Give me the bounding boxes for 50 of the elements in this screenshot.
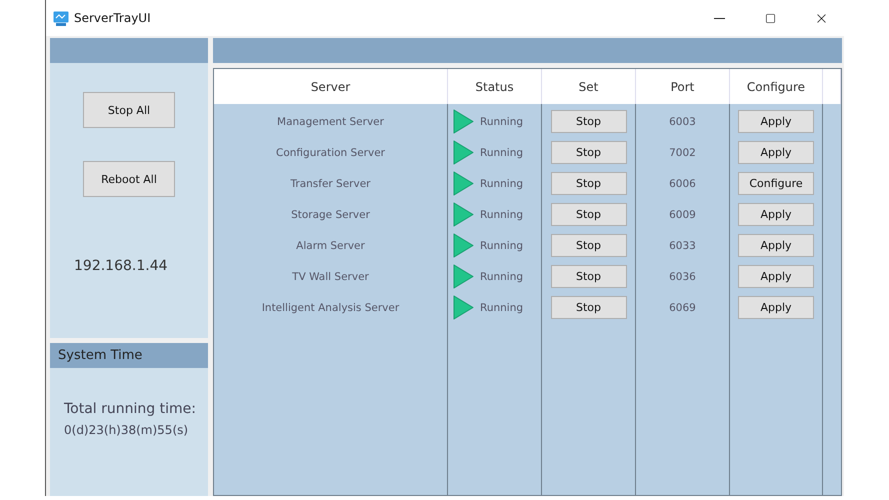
stop-button[interactable]: Stop bbox=[550, 172, 626, 195]
configure-button[interactable]: Apply bbox=[738, 296, 814, 319]
configure-button[interactable]: Configure bbox=[738, 172, 814, 195]
status-text: Running bbox=[480, 116, 524, 128]
server-name: Storage Server bbox=[291, 208, 370, 220]
server-name: Transfer Server bbox=[290, 178, 370, 190]
server-control-button[interactable]: Reboot All bbox=[83, 161, 175, 197]
configure-button[interactable]: Apply bbox=[738, 110, 814, 133]
column-header: Set bbox=[542, 69, 636, 104]
maximize-icon bbox=[764, 12, 776, 24]
port-number: 6033 bbox=[669, 240, 696, 252]
stop-button[interactable]: Stop bbox=[550, 141, 626, 164]
server-name: Configuration Server bbox=[276, 146, 385, 158]
stop-button[interactable]: Stop bbox=[550, 296, 626, 319]
stop-button[interactable]: Stop bbox=[550, 265, 626, 288]
configure-button[interactable]: Apply bbox=[738, 203, 814, 226]
running-time-label: Total running time: bbox=[64, 401, 197, 417]
column-header: Port bbox=[636, 69, 730, 104]
column-header: Status bbox=[448, 69, 542, 104]
port-number: 6069 bbox=[669, 302, 696, 314]
configure-button[interactable]: Apply bbox=[738, 265, 814, 288]
app-icon bbox=[53, 10, 69, 26]
port-number: 6009 bbox=[669, 208, 696, 220]
port-number: 6003 bbox=[669, 116, 696, 128]
status-text: Running bbox=[480, 270, 524, 282]
configure-button[interactable]: Apply bbox=[738, 234, 814, 257]
configure-button[interactable]: Apply bbox=[738, 141, 814, 164]
status-text: Running bbox=[480, 146, 524, 158]
status-text: Running bbox=[480, 208, 524, 220]
header-filler bbox=[823, 69, 841, 104]
stop-button[interactable]: Stop bbox=[550, 203, 626, 226]
running-time-value: 0(d)23(h)38(m)55(s) bbox=[64, 423, 190, 437]
column-header: Server bbox=[214, 69, 448, 104]
port-number: 7002 bbox=[669, 146, 696, 158]
stop-button[interactable]: Stop bbox=[550, 234, 626, 257]
server-name: TV Wall Server bbox=[292, 270, 369, 282]
ip-address: 192.168.1.44 bbox=[74, 258, 169, 274]
stop-button[interactable]: Stop bbox=[550, 110, 626, 133]
port-number: 6006 bbox=[669, 178, 696, 190]
server-name: Management Server bbox=[277, 116, 384, 128]
server-control-button[interactable]: Stop All bbox=[83, 92, 175, 128]
column-header: Configure bbox=[730, 69, 823, 104]
window-title: ServerTrayUI bbox=[74, 11, 152, 25]
status-text: Running bbox=[480, 240, 524, 252]
panel-title: System Time bbox=[50, 343, 208, 368]
port-number: 6036 bbox=[669, 270, 696, 282]
server-name: Alarm Server bbox=[296, 240, 365, 252]
status-text: Running bbox=[480, 302, 524, 314]
status-text: Running bbox=[480, 178, 524, 190]
server-name: Intelligent Analysis Server bbox=[262, 302, 400, 314]
